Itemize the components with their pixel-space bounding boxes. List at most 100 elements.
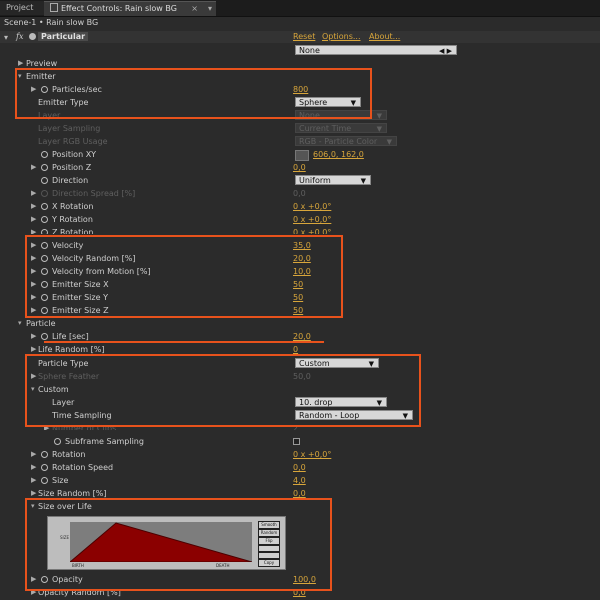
stopwatch-icon[interactable] xyxy=(41,216,48,223)
stopwatch-icon[interactable] xyxy=(41,281,48,288)
subframe-sampling-checkbox[interactable] xyxy=(293,438,300,445)
close-icon[interactable]: × xyxy=(191,2,198,16)
fx-toggle[interactable]: fx xyxy=(16,32,23,41)
twirl-right-icon[interactable]: ▶ xyxy=(31,586,36,599)
twirl-right-icon[interactable]: ▶ xyxy=(31,265,36,278)
twirl-right-icon[interactable]: ▶ xyxy=(31,226,36,234)
copy-button[interactable]: Copy xyxy=(258,559,280,567)
reset-link[interactable]: Reset xyxy=(293,32,315,41)
param-value[interactable]: 0,0 xyxy=(293,461,306,474)
twirl-right-icon[interactable]: ▶ xyxy=(31,461,36,474)
time-sampling-dropdown[interactable]: Random - Loop ▼ xyxy=(295,410,413,420)
param-direction: Direction Uniform ▼ xyxy=(0,174,600,187)
flip-button[interactable]: Flip xyxy=(258,537,280,545)
twirl-right-icon[interactable]: ▶ xyxy=(31,83,36,96)
twirl-down-icon[interactable]: ▾ xyxy=(31,383,35,396)
twirl-right-icon[interactable]: ▶ xyxy=(31,200,36,213)
param-value[interactable]: 0 xyxy=(293,343,298,356)
emitter-type-dropdown[interactable]: Sphere ▼ xyxy=(295,97,361,107)
preset-dropdown[interactable]: None ◀ ▶ xyxy=(295,45,457,55)
group-size-over-life[interactable]: ▾ Size over Life xyxy=(0,500,600,513)
size-curve[interactable] xyxy=(70,522,252,562)
param-emitter-size-x: ▶ Emitter Size X 50 xyxy=(0,278,600,291)
twirl-right-icon[interactable]: ▶ xyxy=(31,343,36,356)
twirl-right-icon[interactable]: ▶ xyxy=(31,278,36,291)
param-value[interactable]: 50 xyxy=(293,304,303,317)
stopwatch-icon[interactable] xyxy=(41,333,48,340)
param-value[interactable]: 606,0, 162,0 xyxy=(313,148,364,161)
stopwatch-icon[interactable] xyxy=(41,86,48,93)
param-value[interactable]: 0 x +0,0° xyxy=(293,213,331,226)
param-value[interactable]: 20,0 xyxy=(293,252,311,265)
stopwatch-icon[interactable] xyxy=(41,451,48,458)
group-particle[interactable]: ▾ Particle xyxy=(0,317,600,330)
twirl-right-icon[interactable]: ▶ xyxy=(18,57,23,70)
panel-menu-icon[interactable]: ▾ xyxy=(208,2,212,16)
tab-project[interactable]: Project xyxy=(0,1,48,15)
param-value[interactable]: 800 xyxy=(293,83,308,96)
group-preview[interactable]: ▶ Preview xyxy=(0,57,600,70)
stopwatch-icon[interactable] xyxy=(41,229,48,234)
twirl-down-icon[interactable]: ▾ xyxy=(18,317,22,330)
random-button[interactable]: Random xyxy=(258,529,280,537)
param-value[interactable]: 0 x +0,0° xyxy=(293,448,331,461)
twirl-right-icon[interactable]: ▶ xyxy=(31,161,36,174)
stopwatch-icon[interactable] xyxy=(41,164,48,171)
twirl-right-icon[interactable]: ▶ xyxy=(31,448,36,461)
param-value[interactable]: 0,0 xyxy=(293,161,306,174)
stopwatch-icon[interactable] xyxy=(41,576,48,583)
twirl-right-icon[interactable]: ▶ xyxy=(31,573,36,586)
param-value[interactable]: 0,0 xyxy=(293,586,306,599)
preset-curve-button[interactable] xyxy=(258,545,280,552)
twirl-right-icon[interactable]: ▶ xyxy=(31,252,36,265)
param-value[interactable]: 4,0 xyxy=(293,474,306,487)
preset-curve-button[interactable] xyxy=(258,552,280,559)
twirl-right-icon[interactable]: ▶ xyxy=(31,239,36,252)
param-value[interactable]: 0,0 xyxy=(293,487,306,500)
twirl-right-icon[interactable]: ▶ xyxy=(31,213,36,226)
twirl-right-icon[interactable]: ▶ xyxy=(31,474,36,487)
twirl-right-icon[interactable]: ▶ xyxy=(31,291,36,304)
twirl-down-icon[interactable]: ▾ xyxy=(4,33,8,42)
chevron-down-icon: ◀ ▶ xyxy=(439,47,452,55)
param-value[interactable]: 0 x +0,0° xyxy=(293,200,331,213)
twirl-right-icon[interactable]: ▶ xyxy=(31,330,36,343)
group-label: Size over Life xyxy=(38,502,92,511)
twirl-right-icon[interactable]: ▶ xyxy=(31,487,36,500)
smooth-button[interactable]: Smooth xyxy=(258,521,280,529)
stopwatch-icon[interactable] xyxy=(54,438,61,445)
param-value[interactable]: 100,0 xyxy=(293,573,316,586)
param-value[interactable]: 50 xyxy=(293,291,303,304)
stopwatch-icon[interactable] xyxy=(41,242,48,249)
chevron-down-icon: ▼ xyxy=(376,125,382,133)
graph-x-start-label: BIRTH xyxy=(72,563,84,568)
direction-dropdown[interactable]: Uniform ▼ xyxy=(295,175,371,185)
stopwatch-icon[interactable] xyxy=(41,255,48,262)
group-custom[interactable]: ▾ Custom xyxy=(0,383,600,396)
twirl-right-icon[interactable]: ▶ xyxy=(31,304,36,317)
size-over-life-graph[interactable]: SIZE BIRTH DEATH Smooth Random Flip Copy xyxy=(47,516,286,570)
stopwatch-icon[interactable] xyxy=(41,464,48,471)
stopwatch-icon[interactable] xyxy=(41,268,48,275)
custom-layer-dropdown[interactable]: 10. drop ▼ xyxy=(295,397,387,407)
particle-type-dropdown[interactable]: Custom ▼ xyxy=(295,358,379,368)
group-emitter[interactable]: ▾ Emitter xyxy=(0,70,600,83)
twirl-down-icon[interactable]: ▾ xyxy=(18,70,22,83)
stopwatch-icon[interactable] xyxy=(41,307,48,314)
about-link[interactable]: About... xyxy=(369,32,400,41)
twirl-down-icon[interactable]: ▾ xyxy=(31,500,35,513)
stopwatch-icon[interactable] xyxy=(41,477,48,484)
param-value[interactable]: 0 x +0,0° xyxy=(293,226,331,234)
stopwatch-icon[interactable] xyxy=(41,177,48,184)
options-link[interactable]: Options... xyxy=(322,32,361,41)
stopwatch-icon[interactable] xyxy=(41,203,48,210)
param-value[interactable]: 35,0 xyxy=(293,239,311,252)
param-value[interactable]: 10,0 xyxy=(293,265,311,278)
stopwatch-icon[interactable] xyxy=(41,151,48,158)
crosshair-icon[interactable] xyxy=(295,150,309,161)
param-value[interactable]: 50 xyxy=(293,278,303,291)
param-label: Particles/sec xyxy=(52,85,102,94)
lock-icon[interactable] xyxy=(50,3,58,12)
tab-effect-controls[interactable]: Effect Controls: Rain slow BG × ▾ xyxy=(44,1,216,16)
stopwatch-icon[interactable] xyxy=(41,294,48,301)
